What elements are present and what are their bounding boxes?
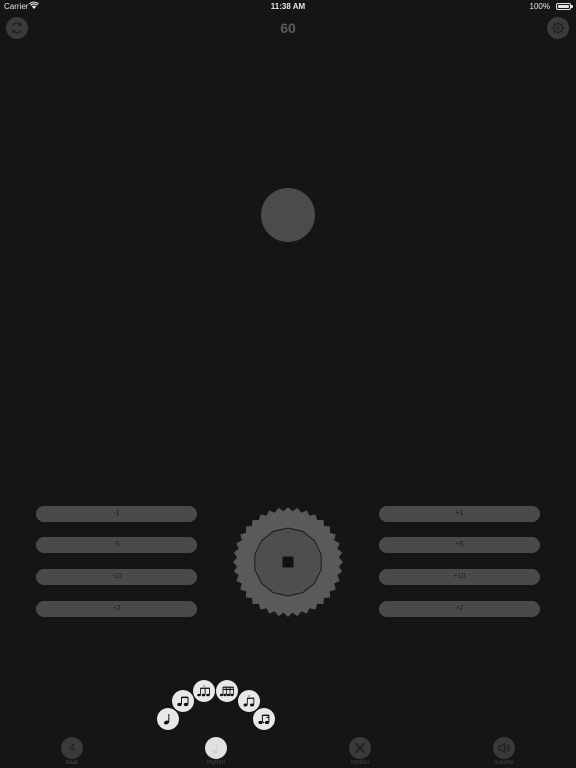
rhythm-quarter-button[interactable] <box>157 708 179 730</box>
rhythm-triplet-button[interactable]: 3 <box>193 680 215 702</box>
rhythm-swing-button[interactable]: 3 <box>238 690 260 712</box>
decrease-5-button[interactable]: -5 <box>36 537 197 553</box>
eighth-notes-icon <box>177 696 189 707</box>
triplet-icon: 3 <box>197 684 211 697</box>
increase-10-button[interactable]: +10 <box>379 569 540 585</box>
tab-beat[interactable]: 4 beat <box>42 737 102 766</box>
gear-icon <box>551 21 565 35</box>
rhythm-dotted-button[interactable] <box>253 708 275 730</box>
status-bar: Carrier 11:38 AM 100% <box>0 0 576 13</box>
sixteenth-notes-icon <box>219 686 234 697</box>
tab-rhythm-label: rhythm <box>206 760 226 766</box>
tab-volume[interactable]: volume <box>474 737 534 766</box>
rhythm-eighth-button[interactable] <box>172 690 194 712</box>
tab-beat-label: beat <box>66 760 78 766</box>
svg-text:3: 3 <box>248 694 250 698</box>
swing-triplet-icon: 3 <box>243 694 255 707</box>
volume-tab-icon <box>493 737 515 759</box>
battery-icon <box>556 3 573 10</box>
quarter-note-icon <box>163 714 170 725</box>
quarter-note-icon <box>212 744 218 753</box>
tempo-display: 60 <box>280 20 296 36</box>
beat-indicator <box>261 188 315 242</box>
clock: 11:38 AM <box>270 2 306 11</box>
double-button[interactable]: ×2 <box>379 601 540 617</box>
tab-motion[interactable]: motion <box>330 737 390 766</box>
settings-button[interactable] <box>547 17 569 39</box>
decrease-10-button[interactable]: -10 <box>36 569 197 585</box>
speaker-icon <box>498 742 510 754</box>
motion-tab-icon <box>349 737 371 759</box>
tab-volume-label: volume <box>494 760 514 766</box>
increase-1-button[interactable]: +1 <box>379 506 540 522</box>
battery-percent: 100% <box>529 2 550 11</box>
beat-count-badge: 4 <box>61 737 83 759</box>
dotted-eighth-sixteenth-icon <box>258 714 270 725</box>
increase-5-button[interactable]: +5 <box>379 537 540 553</box>
halve-button[interactable]: ÷2 <box>36 601 197 617</box>
tab-motion-label: motion <box>350 760 369 766</box>
rhythm-sixteenth-button[interactable] <box>216 680 238 702</box>
stop-icon[interactable] <box>282 556 294 568</box>
rhythm-tab-icon <box>205 737 227 759</box>
tab-rhythm[interactable]: rhythm <box>186 737 246 766</box>
decrease-1-button[interactable]: -1 <box>36 506 197 522</box>
cross-icon <box>354 742 366 754</box>
tempo-dial[interactable] <box>233 507 343 617</box>
svg-text:3: 3 <box>203 684 205 688</box>
